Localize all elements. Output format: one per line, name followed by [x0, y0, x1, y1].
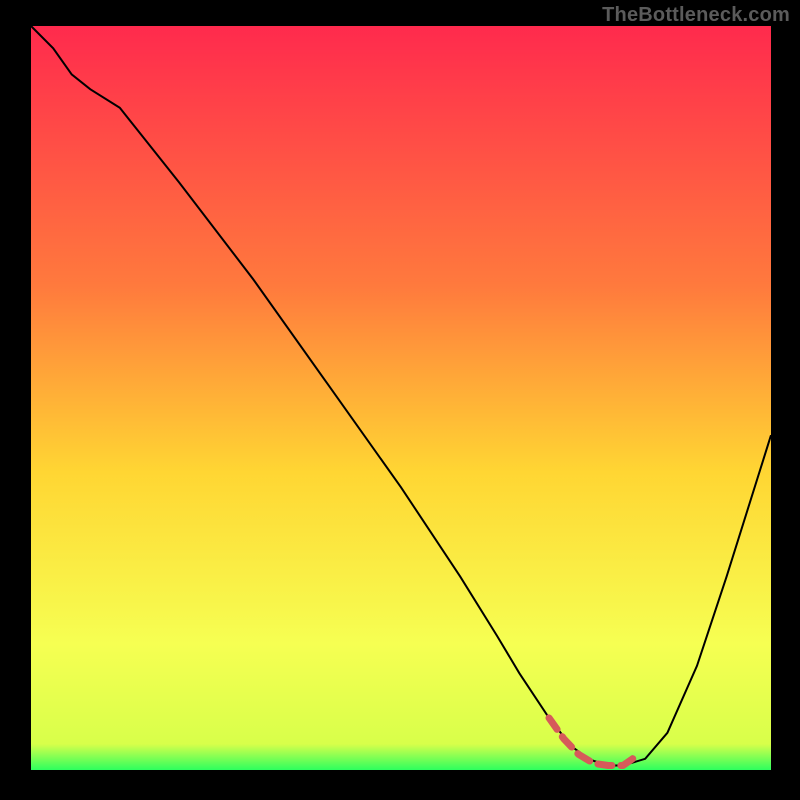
bottleneck-chart [0, 0, 800, 800]
chart-stage: TheBottleneck.com [0, 0, 800, 800]
plot-background [31, 26, 771, 770]
watermark-text: TheBottleneck.com [602, 4, 790, 27]
